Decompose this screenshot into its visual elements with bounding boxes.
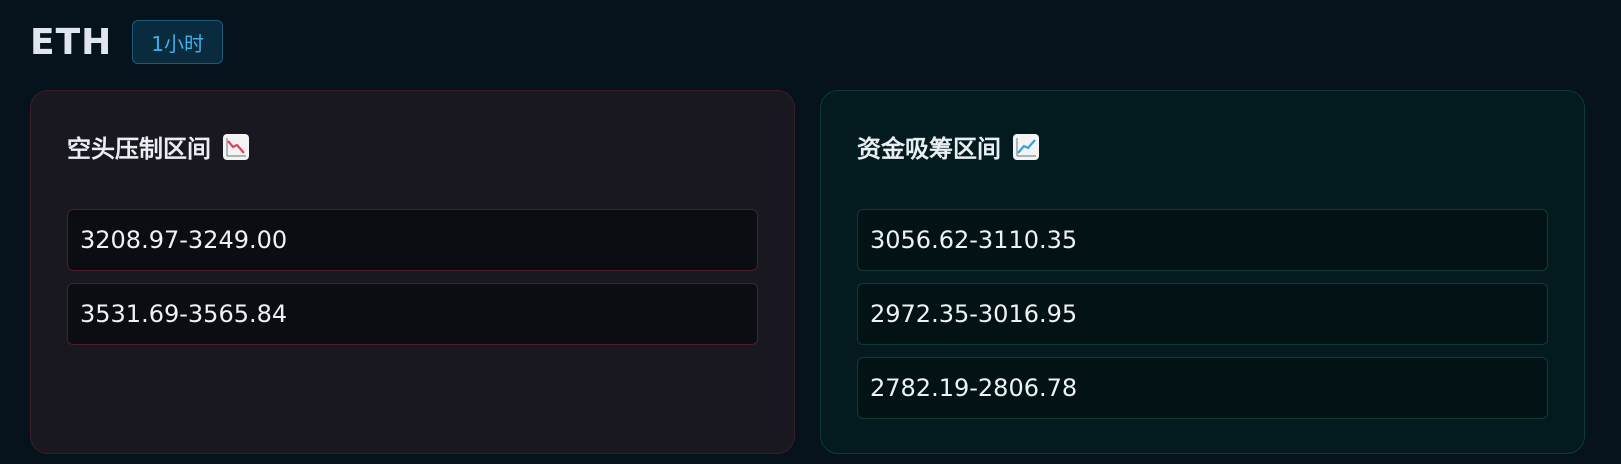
bear-pressure-panel: 空头压制区间 3208.97-3249.00 3531.69-3565.84 xyxy=(30,90,795,454)
chart-decreasing-icon xyxy=(223,133,249,160)
bear-range-list: 3208.97-3249.00 3531.69-3565.84 xyxy=(67,209,758,345)
bull-range-item[interactable]: 3056.62-3110.35 xyxy=(857,209,1548,271)
bull-range-item[interactable]: 2972.35-3016.95 xyxy=(857,283,1548,345)
header: ETH 1小时 xyxy=(30,20,224,64)
chart-increasing-icon xyxy=(1013,133,1039,160)
symbol-title: ETH xyxy=(30,21,113,63)
bear-panel-title: 空头压制区间 xyxy=(67,129,249,164)
bear-range-item[interactable]: 3531.69-3565.84 xyxy=(67,283,758,345)
bull-range-item[interactable]: 2782.19-2806.78 xyxy=(857,357,1548,419)
bull-panel-title: 资金吸筹区间 xyxy=(857,129,1039,164)
bull-panel-title-text: 资金吸筹区间 xyxy=(857,135,1001,163)
timeframe-button[interactable]: 1小时 xyxy=(132,20,224,64)
bear-range-item[interactable]: 3208.97-3249.00 xyxy=(67,209,758,271)
bear-panel-title-text: 空头压制区间 xyxy=(67,135,211,163)
bull-range-list: 3056.62-3110.35 2972.35-3016.95 2782.19-… xyxy=(857,209,1548,419)
bull-accumulation-panel: 资金吸筹区间 3056.62-3110.35 2972.35-3016.95 2… xyxy=(820,90,1585,454)
